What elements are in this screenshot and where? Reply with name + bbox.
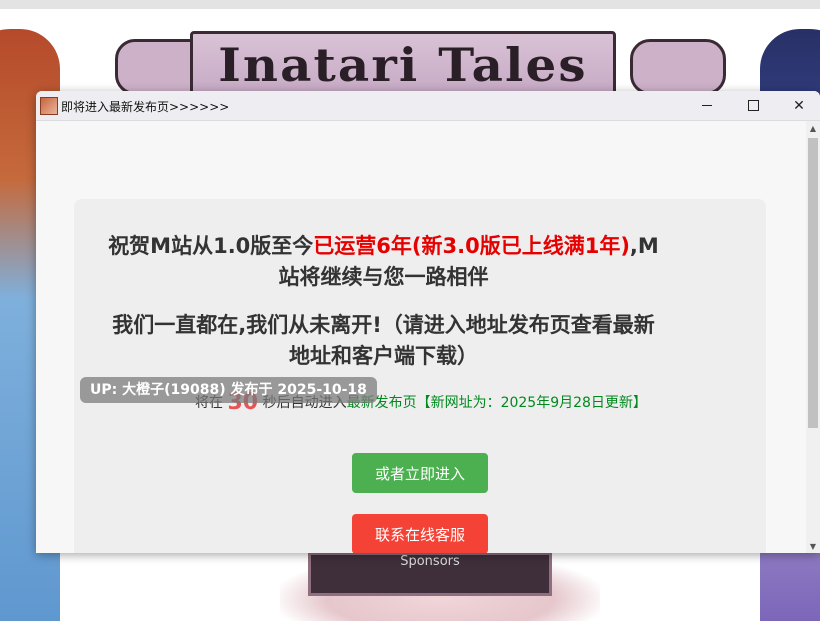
close-icon: ✕ [793, 97, 805, 114]
scroll-up-icon[interactable]: ▲ [806, 121, 820, 135]
latest-release-link[interactable]: 最新发布页【新网址为：2025年9月28日更新】 [347, 395, 647, 411]
maximize-button[interactable] [730, 91, 776, 120]
close-button[interactable]: ✕ [776, 91, 820, 120]
scrollbar-thumb[interactable] [808, 138, 818, 428]
headline-still-here: 我们一直都在,我们从未离开!（请进入地址发布页查看最新地址和客户端下载） [112, 313, 655, 368]
browser-top-strip [0, 0, 820, 9]
banner-title: Inatari Tales [218, 38, 588, 92]
maximize-icon [747, 100, 759, 111]
popup-window: 即将进入最新发布页>>>>>> ✕ 祝贺M站从1.0版至今已运营6年(新3.0版… [36, 91, 820, 553]
window-titlebar[interactable]: 即将进入最新发布页>>>>>> ✕ [36, 91, 820, 121]
background-bottom-text: Sponsors [400, 554, 460, 569]
minimize-icon [702, 105, 712, 106]
enter-now-button[interactable]: 或者立即进入 [352, 453, 488, 493]
window-content: 祝贺M站从1.0版至今已运营6年(新3.0版已上线满1年),M站将继续与您一路相… [36, 121, 806, 553]
favicon-icon [40, 97, 58, 115]
minimize-button[interactable] [684, 91, 730, 120]
window-title: 即将进入最新发布页>>>>>> [61, 100, 230, 114]
title-banner: Inatari Tales [190, 31, 616, 99]
uploader-tooltip: UP: 大橙子(19088) 发布于 2025-10-18 [80, 377, 377, 403]
headline-anniversary: 祝贺M站从1.0版至今已运营6年(新3.0版已上线满1年),M站将继续与您一路相… [106, 231, 661, 293]
headline-anniversary-part1: 祝贺M站从1.0版至今 [108, 234, 314, 258]
vertical-scrollbar[interactable]: ▲ ▼ [806, 121, 820, 553]
scroll-down-icon[interactable]: ▼ [806, 539, 820, 553]
headline-anniversary-highlight: 已运营6年(新3.0版已上线满1年) [313, 234, 630, 258]
banner-scroll-right [630, 39, 726, 95]
contact-service-button[interactable]: 联系在线客服 [352, 514, 488, 553]
